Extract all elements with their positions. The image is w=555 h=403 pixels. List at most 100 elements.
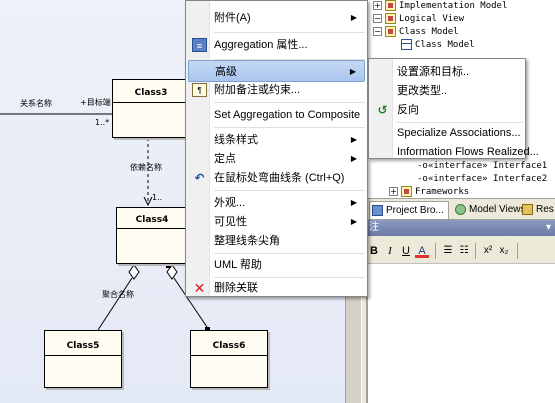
class-name: Class4: [135, 215, 169, 225]
menu-item-label: Aggregation 属性...: [214, 39, 308, 51]
tree-item-label: Frameworks: [415, 187, 470, 197]
tab-project-browser[interactable]: Project Bro...: [369, 201, 449, 219]
class-box-class5[interactable]: Class5: [44, 330, 122, 388]
tree-item-label: Class Model: [399, 27, 459, 37]
aggregation-line: [97, 277, 133, 331]
subscript-icon[interactable]: x₂: [497, 244, 511, 258]
numbered-list-icon[interactable]: ☷: [457, 244, 471, 258]
class-box-class6[interactable]: Class6: [190, 330, 268, 388]
class-box-class4[interactable]: Class4: [116, 207, 188, 264]
properties-icon: ≡: [192, 38, 207, 52]
menu-item-label: UML 帮助: [214, 259, 262, 271]
menu-item-tidy-line-angles[interactable]: 整理线条尖角: [188, 230, 365, 252]
relation-name-label: 关系名称: [20, 99, 52, 108]
project-browser-icon: [372, 205, 383, 216]
menu-item-attachment[interactable]: 附件(A) ▶: [188, 7, 365, 29]
note-icon: ¶: [192, 83, 207, 97]
menu-item-label: 在鼠标处弯曲线条 (Ctrl+Q): [214, 172, 345, 184]
menu-item-label: Specialize Associations...: [397, 127, 521, 139]
menu-separator: [214, 102, 365, 103]
menu-item-label: 外观...: [214, 197, 246, 209]
resources-icon: [522, 204, 533, 215]
model-views-icon: [455, 204, 466, 215]
menu-item-label: 设置源和目标..: [397, 66, 470, 78]
interface-icon: -o: [417, 174, 428, 184]
package-icon: [385, 26, 396, 37]
notes-editor[interactable]: [367, 264, 555, 403]
menu-item-label: Information Flows Realized...: [397, 146, 539, 158]
tree-item-class-model-package[interactable]: − Class Model: [373, 26, 459, 39]
class-divider: [45, 355, 121, 356]
tree-item-label: Class Model: [415, 40, 475, 50]
notes-format-toolbar: B I U A ☰ ☷ x² x₂: [367, 236, 555, 264]
package-icon: [385, 0, 396, 11]
tab-label: Model Views: [469, 204, 526, 215]
menu-item-label: 附加备注或约束...: [214, 84, 301, 96]
menu-item-uml-help[interactable]: UML 帮助: [188, 254, 365, 276]
target-multiplicity-label: 1..*: [95, 118, 110, 127]
menu-separator: [214, 32, 365, 33]
tree-item-logical-view[interactable]: − Logical View: [373, 13, 464, 26]
expand-icon[interactable]: +: [389, 187, 398, 196]
menu-item-label: Set Aggregation to Composite: [214, 109, 361, 121]
class-box-class3[interactable]: Class3: [112, 79, 190, 138]
tree-item-class-model-diagram[interactable]: Class Model: [401, 39, 475, 52]
menu-item-label: 更改类型..: [397, 85, 448, 97]
bold-button[interactable]: B: [367, 244, 381, 258]
class-divider: [191, 355, 267, 356]
menu-item-set-composite[interactable]: Set Aggregation to Composite: [188, 104, 365, 126]
submenu-arrow-icon: ▶: [350, 13, 357, 22]
tab-label: Project Bro...: [386, 205, 444, 216]
tab-model-views[interactable]: Model Views: [453, 201, 526, 219]
class-divider: [117, 228, 187, 229]
class-name: Class3: [134, 88, 168, 98]
pin-icon[interactable]: ▾: [546, 220, 551, 236]
notes-header-title: 注: [369, 222, 379, 233]
menu-item-label: 线条样式: [214, 134, 258, 146]
aggregation-name-label: 聚合名称: [102, 290, 134, 299]
menu-item-label: 高级: [215, 66, 237, 78]
tree-item-implementation-model[interactable]: + Implementation Model: [373, 0, 507, 13]
target-role-label: +目标端: [80, 98, 111, 107]
menu-separator: [214, 190, 365, 191]
menu-item-label: 附件(A): [214, 12, 251, 24]
menu-item-label: 定点: [214, 153, 236, 165]
menu-item-reverse[interactable]: ↺ 反向: [371, 99, 523, 121]
menu-item-attach-note[interactable]: ¶ 附加备注或约束...: [188, 79, 365, 101]
tab-label: Res: [536, 204, 554, 215]
tree-item-interface2[interactable]: -o«interface» Interface2: [417, 173, 547, 186]
collapse-icon[interactable]: −: [373, 14, 382, 23]
browser-tab-strip: Project Bro... Model Views Res: [367, 198, 555, 220]
tree-item-label: Logical View: [399, 14, 465, 24]
menu-separator: [214, 127, 365, 128]
collapse-icon[interactable]: −: [373, 27, 382, 36]
bullet-list-icon[interactable]: ☰: [441, 244, 455, 258]
menu-item-delete-association[interactable]: ✕ 删除关联: [188, 277, 365, 299]
advanced-submenu: 设置源和目标.. 更改类型.. ↺ 反向 Specialize Associat…: [368, 58, 539, 159]
toolbar-separator: [517, 243, 518, 259]
delete-icon: ✕: [193, 280, 206, 296]
toolbar-separator: [435, 243, 436, 259]
class-name: Class5: [66, 341, 100, 351]
menu-item-label: 可见性: [214, 216, 247, 228]
menu-item-aggregation-properties[interactable]: ≡ Aggregation 属性...: [188, 34, 365, 56]
menu-item-information-flows[interactable]: Information Flows Realized...: [371, 141, 539, 163]
reverse-icon: ↺: [377, 103, 388, 117]
menu-item-label: 删除关联: [214, 282, 258, 294]
tree-item-frameworks[interactable]: + Frameworks: [389, 186, 469, 198]
menu-item-label: 整理线条尖角: [214, 235, 280, 247]
tab-resources[interactable]: Res: [520, 201, 554, 219]
notes-header: 注 ▾: [367, 220, 555, 236]
package-icon: [385, 13, 396, 24]
dependency-name-label: 依赖名称: [130, 163, 162, 172]
superscript-icon[interactable]: x²: [481, 244, 495, 258]
italic-button[interactable]: I: [383, 244, 397, 258]
tree-item-label: Implementation Model: [399, 1, 508, 11]
dependency-multiplicity-label: 1..: [152, 193, 163, 202]
expand-icon[interactable]: +: [373, 1, 382, 10]
aggregation-diamond: [128, 264, 140, 280]
underline-button[interactable]: U: [399, 244, 413, 258]
tree-item-label: «interface» Interface2: [428, 174, 548, 184]
font-color-button[interactable]: A: [415, 244, 429, 258]
menu-item-bend-line[interactable]: ↶ 在鼠标处弯曲线条 (Ctrl+Q): [188, 167, 365, 189]
